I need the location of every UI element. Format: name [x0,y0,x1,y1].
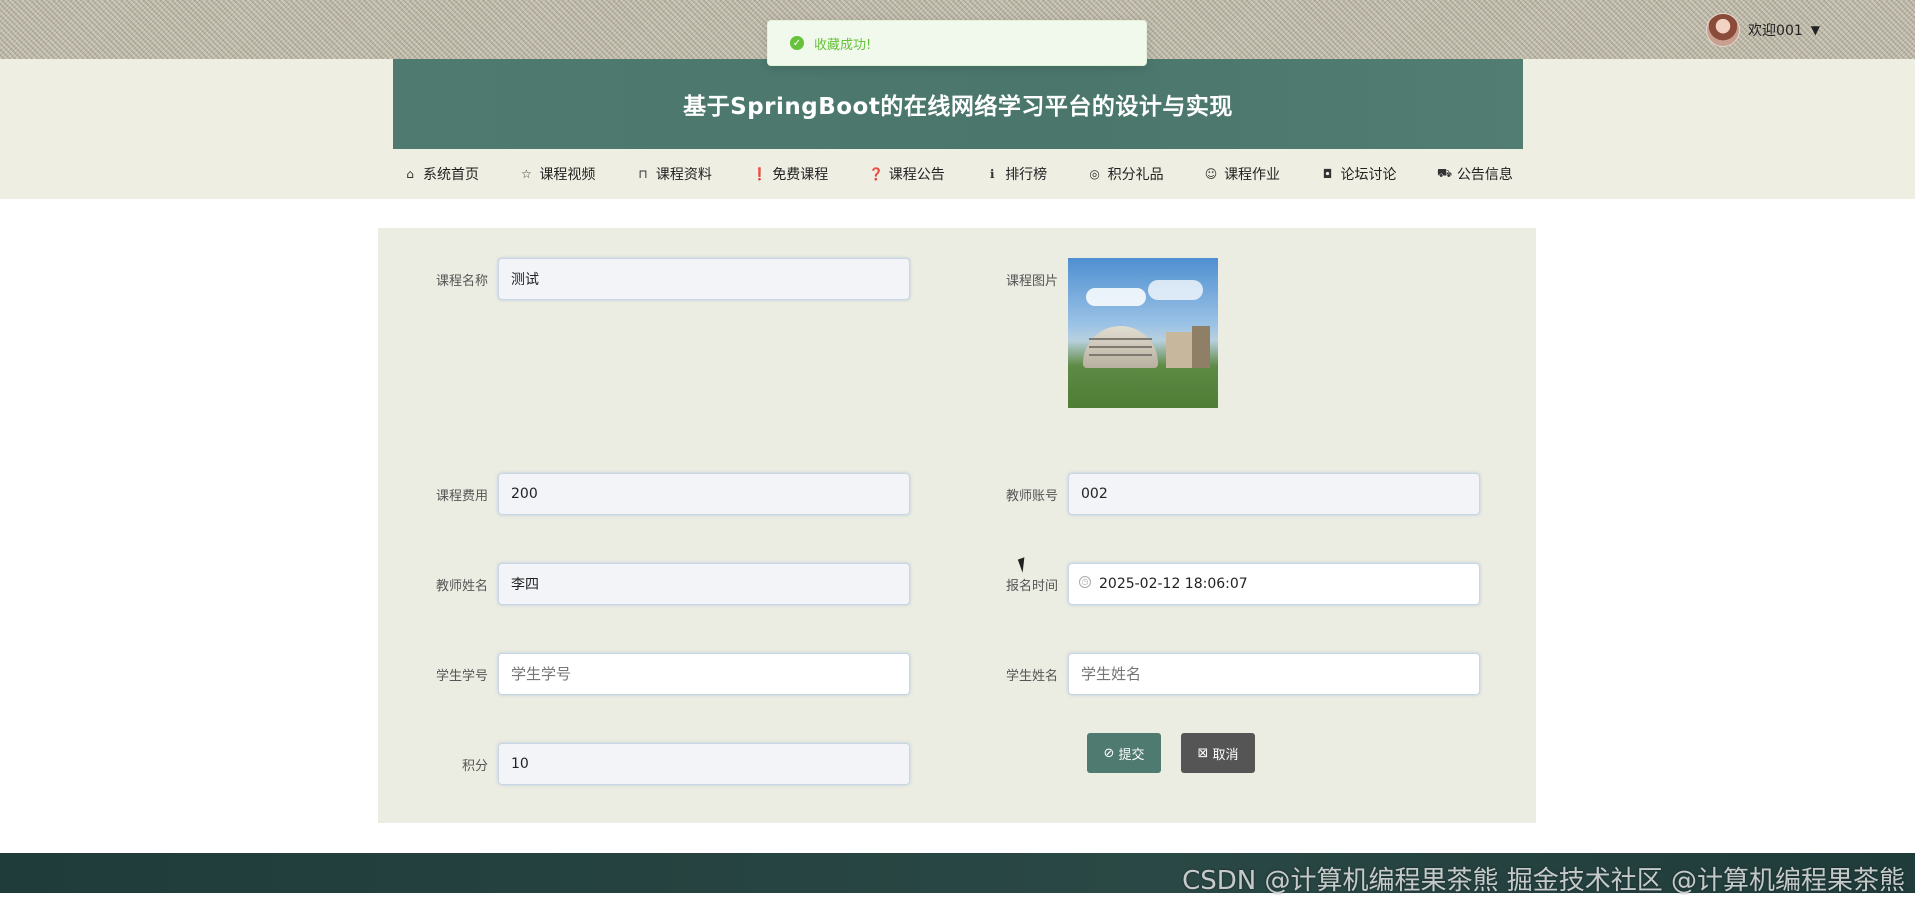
nav-label: 系统首页 [423,167,479,183]
caret-down-icon[interactable]: ▼ [1811,23,1820,37]
avatar[interactable] [1706,13,1741,47]
user-menu[interactable]: 欢迎001 ▼ [1706,13,1820,47]
toast-message: 收藏成功! [814,37,872,53]
enroll-time-picker[interactable]: ◷ [1068,563,1480,605]
field-student-name: 学生姓名 [948,653,1480,695]
nav-label: 课程资料 [655,167,712,183]
course-name-input[interactable] [498,258,910,300]
clock-icon: ◷ [1079,576,1091,588]
check-circle-icon: ✓ [790,36,804,50]
field-teacher-name: 教师姓名 [378,563,910,605]
field-course-fee: 课程费用 [378,473,910,515]
nav-label: 积分礼品 [1107,167,1164,183]
field-course-image: 课程图片 [948,258,1218,408]
star-icon: ☆ [521,167,532,181]
exclamation-icon: ❗ [752,167,768,181]
course-fee-input[interactable] [498,473,910,515]
nav-item-ranking[interactable]: ℹ 排行榜 [985,164,1047,184]
field-points: 积分 [378,743,910,785]
nav-label: 课程公告 [888,167,945,183]
student-id-input[interactable] [498,653,910,695]
enroll-time-label: 报名时间 [1005,578,1058,594]
course-name-label: 课程名称 [435,273,488,289]
teacher-name-label: 教师姓名 [435,578,488,594]
nav-label: 课程作业 [1224,167,1281,183]
field-student-id: 学生学号 [378,653,910,695]
user-greeting[interactable]: 欢迎001 [1748,20,1803,40]
nav-label: 免费课程 [772,167,829,183]
home-icon: ⌂ [406,167,414,181]
course-image-label: 课程图片 [1005,274,1058,289]
nav-item-points-gifts[interactable]: ◎ 积分礼品 [1088,164,1164,184]
info-icon: ℹ [989,167,995,181]
student-name-input[interactable] [1068,653,1480,695]
field-course-name: 课程名称 [378,258,910,300]
teacher-name-input[interactable] [498,563,910,605]
nav-item-course-materials[interactable]: ⊓ 课程资料 [636,164,712,184]
smile-icon: ☺ [1204,167,1218,181]
bag-icon: ⊓ [638,167,648,181]
nav-label: 论坛讨论 [1340,167,1397,183]
nav-item-course-video[interactable]: ☆ 课程视频 [519,164,595,184]
submit-button[interactable]: ⊘ 提交 [1087,733,1161,773]
submit-label: 提交 [1118,747,1145,763]
question-icon: ❓ [868,167,884,181]
main-nav: ⌂ 系统首页 ☆ 课程视频 ⊓ 课程资料 ❗ 免费课程 ❓ 课程公告 ℹ 排行榜… [393,160,1523,188]
success-toast: ✓ 收藏成功! [767,20,1147,66]
cancel-button[interactable]: ⊠ 取消 [1181,733,1255,773]
site-header: 基于SpringBoot的在线网络学习平台的设计与实现 [393,59,1523,149]
nav-item-free-courses[interactable]: ❗ 免费课程 [752,164,828,184]
nav-label: 公告信息 [1456,167,1513,183]
course-fee-label: 课程费用 [435,488,488,504]
enroll-form: 课程名称 课程图片 课程费用 教师账号 教师姓名 报名时间 ◷ 学生学号 学生姓… [378,228,1536,823]
course-image [1068,258,1218,408]
field-teacher-account: 教师账号 [948,473,1480,515]
close-box-icon: ⊠ [1197,745,1209,761]
truck-icon: ⛟ [1436,166,1453,180]
enroll-time-input[interactable] [1068,563,1480,605]
teacher-account-label: 教师账号 [1005,488,1058,504]
nav-item-home[interactable]: ⌂ 系统首页 [403,164,479,184]
student-id-label: 学生学号 [435,668,488,684]
watermark: CSDN @计算机编程果茶熊 掘金技术社区 @计算机编程果茶熊 [1182,866,1905,896]
nav-label: 课程视频 [539,167,596,183]
nav-label: 排行榜 [1005,167,1048,183]
teacher-account-input[interactable] [1068,473,1480,515]
camera-icon: ◘ [1322,167,1333,181]
nav-item-announcements[interactable]: ⛟ 公告信息 [1437,164,1513,184]
points-input[interactable] [498,743,910,785]
check-circle-icon: ⊘ [1103,745,1115,761]
target-icon: ◎ [1089,167,1100,181]
nav-item-course-notices[interactable]: ❓ 课程公告 [869,164,945,184]
site-title: 基于SpringBoot的在线网络学习平台的设计与实现 [683,94,1233,120]
cancel-label: 取消 [1212,747,1239,763]
nav-item-forum[interactable]: ◘ 论坛讨论 [1321,164,1397,184]
points-label: 积分 [461,758,488,774]
student-name-label: 学生姓名 [1005,668,1058,684]
nav-item-homework[interactable]: ☺ 课程作业 [1204,164,1280,184]
